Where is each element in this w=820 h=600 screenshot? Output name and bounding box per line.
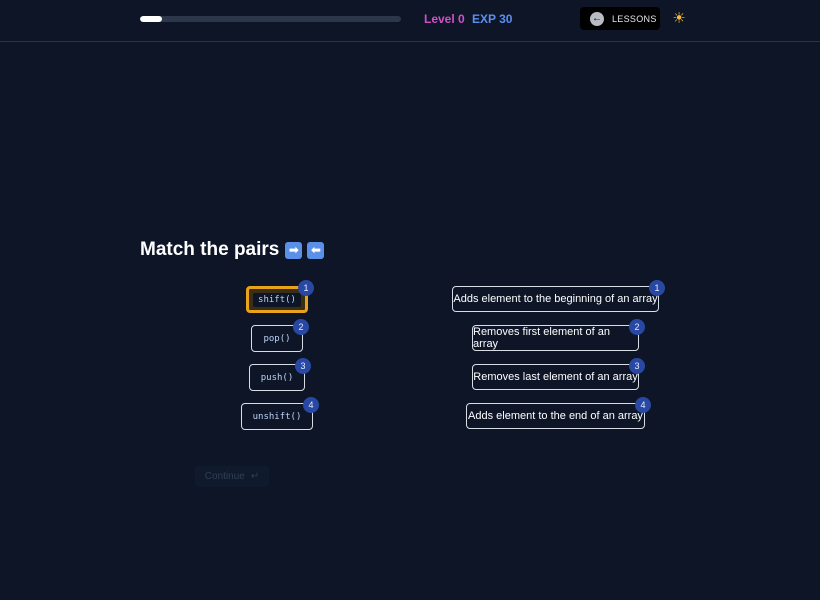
- right-pair-item[interactable]: Removes first element of an array: [472, 325, 639, 351]
- right-pair-label: Removes first element of an array: [473, 326, 610, 350]
- pair-number-badge: 1: [649, 280, 665, 296]
- pair-number-badge: 2: [629, 319, 645, 335]
- sun-icon[interactable]: ☀: [670, 9, 688, 27]
- match-pairs-page: Level 0 EXP 30 ← LESSONS ☀ Match the pai…: [0, 0, 820, 600]
- pair-number-badge: 3: [629, 358, 645, 374]
- right-pair-label: Adds element to the beginning of an arra…: [453, 293, 658, 305]
- pair-number-badge: 4: [635, 397, 651, 413]
- top-bar: Level 0 EXP 30 ← LESSONS ☀: [0, 0, 820, 42]
- right-pair-label: Removes last element of an array: [473, 371, 638, 383]
- left-pair-label: unshift(): [252, 411, 302, 422]
- arrow-left-icon: ⬅: [307, 241, 325, 259]
- lessons-button[interactable]: ← LESSONS: [580, 7, 660, 30]
- left-pair-item[interactable]: unshift(): [241, 403, 313, 430]
- right-pair-label: Adds element to the end of an array: [468, 410, 643, 422]
- page-title: Match the pairs ➡ ⬅: [140, 239, 325, 261]
- pair-number-badge: 4: [303, 397, 319, 413]
- exp-indicator: EXP 30: [472, 12, 513, 26]
- continue-button[interactable]: Continue ↵: [195, 466, 269, 487]
- continue-button-label: Continue: [204, 471, 245, 482]
- pair-number-badge: 2: [293, 319, 309, 335]
- pair-number-badge: 3: [295, 358, 311, 374]
- arrow-left-circle-icon: ←: [590, 11, 604, 26]
- right-pair-item[interactable]: Adds element to the beginning of an arra…: [452, 286, 659, 312]
- pair-number-badge: 1: [298, 280, 314, 296]
- page-title-text: Match the pairs: [140, 239, 280, 260]
- lessons-button-label: LESSONS: [612, 13, 657, 24]
- level-indicator: Level 0: [424, 12, 465, 26]
- enter-key-icon: ↵: [250, 471, 260, 482]
- lesson-progress-bar: [140, 16, 401, 22]
- right-pair-item[interactable]: Removes last element of an array: [472, 364, 639, 390]
- right-pair-item[interactable]: Adds element to the end of an array: [466, 403, 645, 429]
- left-pair-label: shift(): [253, 292, 301, 307]
- lesson-progress-fill: [140, 16, 163, 22]
- left-pair-label: pop(): [263, 333, 291, 344]
- arrow-right-icon: ➡: [285, 241, 303, 259]
- left-pair-label: push(): [260, 372, 294, 383]
